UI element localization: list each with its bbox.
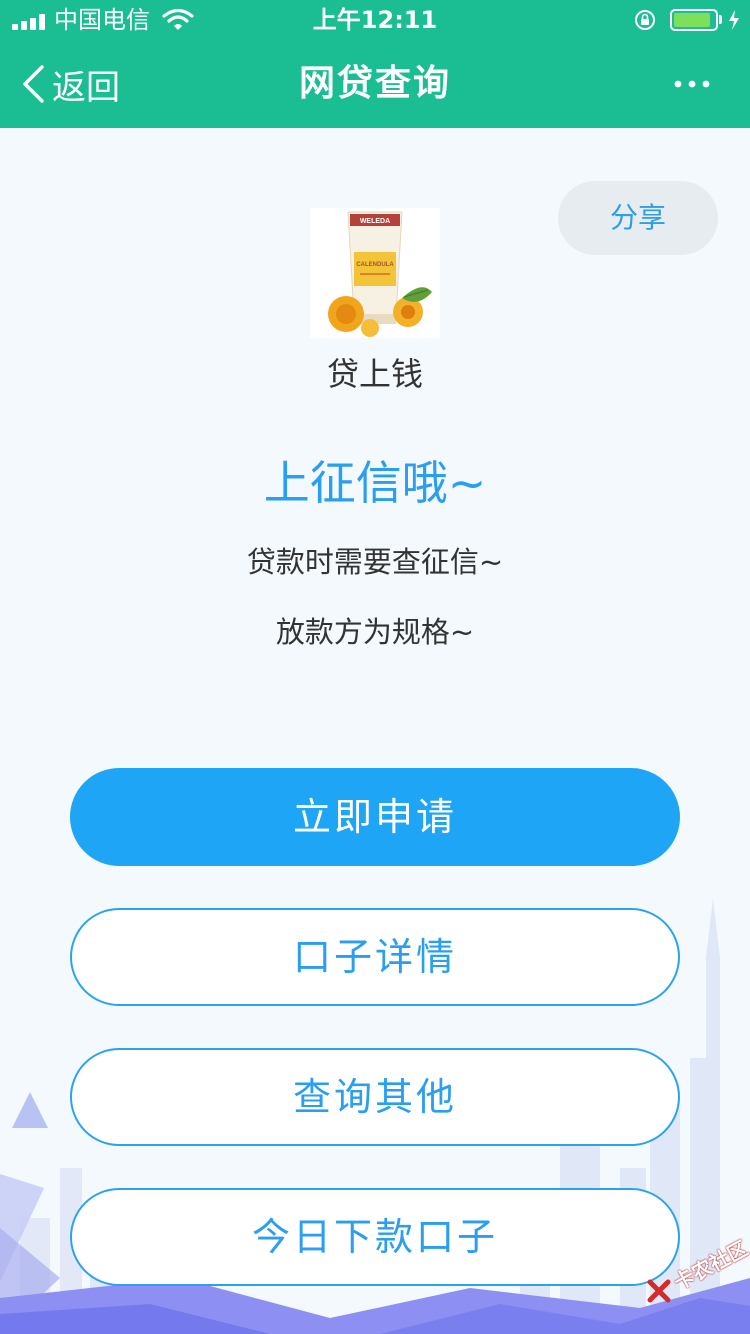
product-logo: WELEDA CALENDULA (310, 208, 440, 338)
back-label: 返回 (52, 67, 120, 108)
chevron-left-icon (23, 65, 44, 103)
today-loans-button[interactable]: 今日下款口子 (70, 1188, 680, 1286)
more-dots-icon[interactable] (662, 64, 722, 104)
battery-tip (719, 15, 722, 24)
watermark: 卡农社区 (646, 1236, 750, 1318)
status-bar: 中国电信 上午12:11 (0, 0, 750, 40)
apply-now-button[interactable]: 立即申请 (70, 768, 680, 866)
description-line-1: 贷款时需要查征信~ (246, 545, 504, 579)
charging-icon (729, 10, 739, 30)
battery-level (674, 13, 710, 27)
description-line-2: 放款方为规格~ (275, 615, 475, 649)
nav-bar: 返回 网贷查询 (0, 40, 750, 128)
headline: 上征信哦~ (263, 456, 487, 510)
product-brand: WELEDA (360, 218, 390, 225)
rotation-lock-icon (635, 10, 655, 30)
battery-icon (670, 9, 718, 31)
share-button[interactable]: 分享 (558, 181, 718, 255)
query-other-button[interactable]: 查询其他 (70, 1048, 680, 1146)
app-name: 贷上钱 (326, 355, 423, 393)
loan-details-button[interactable]: 口子详情 (70, 908, 680, 1006)
page-title: 网贷查询 (298, 63, 451, 104)
product-label: CALENDULA (356, 262, 394, 268)
back-button[interactable]: 返回 (20, 60, 120, 108)
watermark-logo-icon (647, 1279, 671, 1303)
